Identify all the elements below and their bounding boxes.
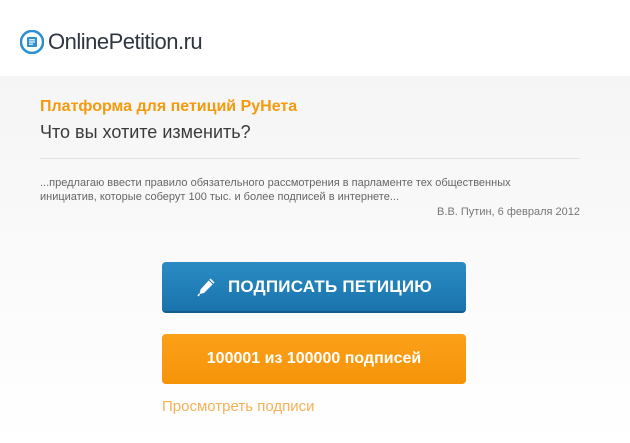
divider (40, 158, 580, 159)
sign-petition-label: ПОДПИСАТЬ ПЕТИЦИЮ (227, 276, 433, 296)
quote-author: В.В. Путин, 6 февраля 2012 (437, 206, 580, 218)
document-list-icon (19, 29, 45, 55)
tagline: Платформа для петиций РуНета (40, 98, 298, 115)
logo-text: OnlinePetition.ru (48, 29, 203, 54)
pen-icon (196, 277, 216, 297)
sign-petition-button[interactable]: ПОДПИСАТЬ ПЕТИЦИЮ (162, 262, 466, 313)
quote-text: ...предлагаю ввести правило обязательног… (40, 177, 511, 203)
header: OnlinePetition.ru (0, 0, 630, 76)
page-question: Что вы хотите изменить? (40, 122, 251, 142)
main-content: Платформа для петиций РуНета Что вы хоти… (0, 76, 630, 443)
signature-count-button[interactable]: 100001 из 100000 подписей (162, 334, 466, 384)
signature-count-label: 100001 из 100000 подписей (206, 350, 422, 367)
site-logo[interactable]: OnlinePetition.ru (19, 29, 203, 55)
view-signatures-link[interactable]: Просмотреть подписи (162, 398, 314, 415)
